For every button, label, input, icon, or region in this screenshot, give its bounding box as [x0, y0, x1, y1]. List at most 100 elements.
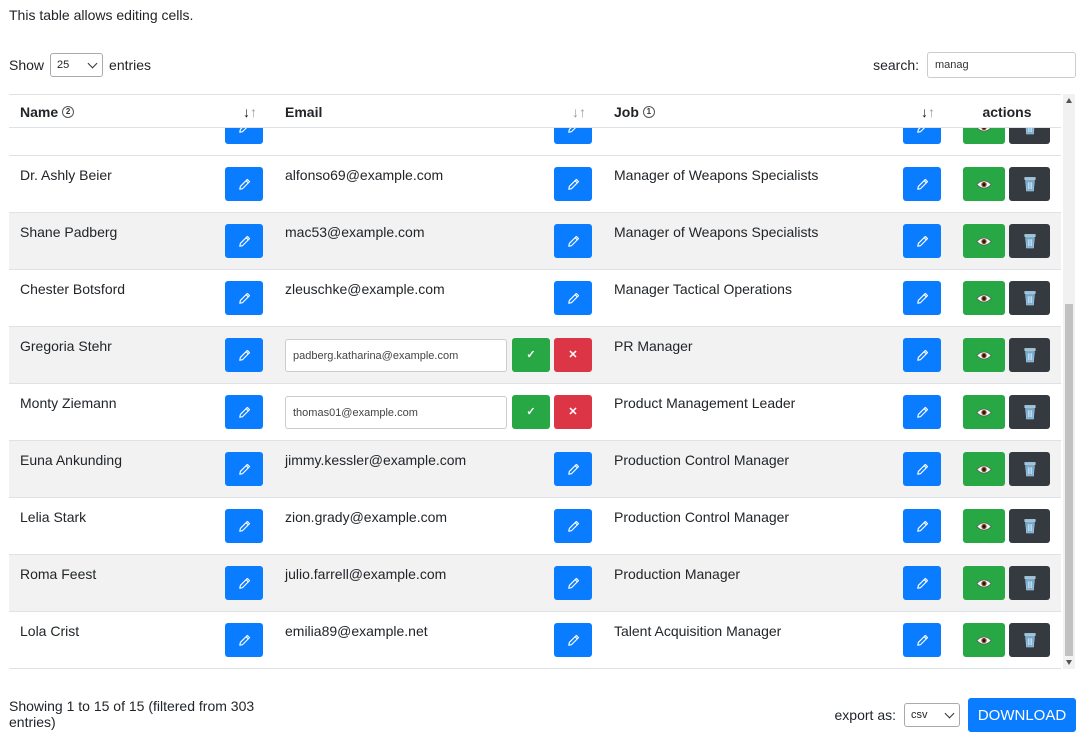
sort-arrows-icon[interactable]: ↓ ↑ [921, 95, 935, 128]
cell-name: Roma Feest [20, 566, 97, 582]
delete-button[interactable] [1009, 623, 1050, 657]
entries-label: entries [109, 57, 152, 73]
chevron-down-icon [87, 58, 98, 68]
delete-button[interactable] [1009, 452, 1050, 486]
edit-name-button[interactable] [225, 566, 263, 600]
edit-email-button[interactable] [554, 623, 592, 657]
edit-name-button[interactable] [225, 224, 263, 258]
edit-job-button[interactable] [903, 566, 941, 600]
edit-name-button[interactable] [225, 167, 263, 201]
column-header-email[interactable]: Email [285, 95, 322, 128]
cell-job: Manager of Weapons Specialists [614, 224, 819, 240]
cell-job: Production Manager [614, 566, 741, 582]
search-input[interactable] [927, 52, 1076, 78]
scrollbar-thumb[interactable] [1065, 304, 1073, 656]
cell-email: emilia89@example.net [285, 623, 428, 639]
chevron-down-icon [944, 708, 955, 718]
column-header-email-label: Email [285, 103, 323, 120]
cell-job: Product Management Leader [614, 395, 796, 411]
view-button[interactable] [963, 224, 1005, 258]
cell-name: Dr. Ashly Beier [20, 167, 112, 183]
sort-arrows-icon[interactable]: ↓ ↑ [572, 95, 586, 128]
edit-job-button[interactable] [903, 509, 941, 543]
delete-button[interactable] [1009, 167, 1050, 201]
edit-email-button[interactable] [554, 566, 592, 600]
edit-email-button[interactable] [554, 509, 592, 543]
cell-email: zion.grady@example.com [285, 509, 448, 525]
view-button[interactable] [963, 509, 1005, 543]
edit-name-button[interactable] [225, 395, 263, 429]
delete-button[interactable] [1009, 281, 1050, 315]
cell-job: PR Manager [614, 338, 693, 354]
vertical-scrollbar[interactable] [1063, 94, 1075, 669]
view-button[interactable] [963, 452, 1005, 486]
scroll-down-arrow-icon[interactable] [1066, 660, 1072, 665]
cell-email: alfonso69@example.com [285, 167, 444, 183]
cell-email: zleuschke@example.com [285, 281, 445, 297]
column-header-actions: actions [982, 103, 1032, 120]
edit-job-button[interactable] [903, 452, 941, 486]
cell-email: julio.farrell@example.com [285, 566, 447, 582]
view-button[interactable] [963, 281, 1005, 315]
export-label: export as: [834, 707, 896, 723]
column-header-job[interactable]: Job 1 [614, 95, 655, 128]
edit-job-button[interactable] [903, 281, 941, 315]
email-edit-input[interactable] [285, 339, 507, 372]
table-row: Euna Ankunding jimmy.kessler@example.com P… [9, 441, 1061, 498]
entries-length-select[interactable]: 25 [50, 53, 104, 77]
view-button[interactable] [963, 623, 1005, 657]
cell-name: Euna Ankunding [20, 452, 122, 468]
edit-name-button[interactable] [225, 452, 263, 486]
cell-email: mac53@example.com [285, 224, 425, 240]
delete-button[interactable] [1009, 395, 1050, 429]
sort-order-badge: 2 [62, 105, 75, 118]
export-format-select[interactable]: csv [904, 703, 960, 727]
view-button[interactable] [963, 338, 1005, 372]
edit-name-button[interactable] [225, 338, 263, 372]
edit-job-button[interactable] [903, 224, 941, 258]
edit-job-button[interactable] [903, 167, 941, 201]
sort-arrows-icon[interactable]: ↓ ↑ [243, 95, 257, 128]
view-button[interactable] [963, 167, 1005, 201]
table-row: Dr. Ashly Beier alfonso69@example.com Mana… [9, 156, 1061, 213]
edit-email-button[interactable] [554, 452, 592, 486]
edit-job-button[interactable] [903, 338, 941, 372]
view-button[interactable] [963, 566, 1005, 600]
edit-name-button[interactable] [225, 281, 263, 315]
scroll-up-arrow-icon[interactable] [1066, 98, 1072, 103]
table-row: Monty Ziemann ✓ ✕ Product Management Leader [9, 384, 1061, 441]
table-row: Lelia Stark zion.grady@example.com Product… [9, 498, 1061, 555]
search-label: search: [873, 57, 919, 73]
edit-name-button[interactable] [225, 509, 263, 543]
download-button[interactable]: DOWNLOAD [968, 698, 1076, 732]
cancel-edit-button[interactable]: ✕ [554, 338, 592, 372]
table-row: Chester Botsford zleuschke@example.com Man… [9, 270, 1061, 327]
edit-job-button[interactable] [903, 395, 941, 429]
cell-name: Chester Botsford [20, 281, 126, 297]
column-header-job-label: Job [614, 103, 639, 120]
cell-job: Production Control Manager [614, 509, 790, 525]
data-table: Name 2 ↓ ↑ Email ↓ ↑ Job 1 ↓ ↑ actions Dr. … [9, 94, 1075, 669]
search-control: search: [873, 52, 1076, 78]
view-button[interactable] [963, 395, 1005, 429]
table-row: Shane Padberg mac53@example.com Manager of… [9, 213, 1061, 270]
cancel-edit-button[interactable]: ✕ [554, 395, 592, 429]
delete-button[interactable] [1009, 338, 1050, 372]
delete-button[interactable] [1009, 566, 1050, 600]
delete-button[interactable] [1009, 224, 1050, 258]
cell-job: Manager Tactical Operations [614, 281, 792, 297]
column-header-name[interactable]: Name 2 [20, 95, 75, 128]
edit-job-button[interactable] [903, 623, 941, 657]
delete-button[interactable] [1009, 509, 1050, 543]
edit-email-button[interactable] [554, 281, 592, 315]
check-icon: ✓ [526, 405, 536, 418]
confirm-edit-button[interactable]: ✓ [512, 338, 550, 372]
email-edit-input[interactable] [285, 396, 507, 429]
table-header: Name 2 ↓ ↑ Email ↓ ↑ Job 1 ↓ ↑ actions [9, 94, 1061, 128]
edit-email-button[interactable] [554, 224, 592, 258]
edit-name-button[interactable] [225, 623, 263, 657]
confirm-edit-button[interactable]: ✓ [512, 395, 550, 429]
cell-job: Production Control Manager [614, 452, 790, 468]
edit-email-button[interactable] [554, 167, 592, 201]
export-format-value: csv [911, 709, 928, 721]
